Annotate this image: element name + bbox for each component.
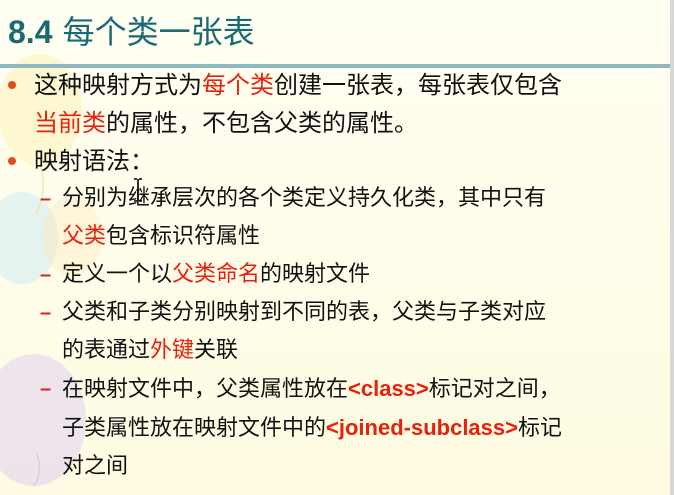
body-text: 的属性，不包含父类的属性。 [106, 109, 418, 137]
body-text: 关联 [194, 338, 239, 363]
bullet-dot-icon [8, 157, 16, 165]
dash-icon: – [40, 302, 52, 324]
highlight-text: 每个类 [202, 71, 274, 99]
sub-bullet-item: – 分别为继承层次的各个类定义持久化类，其中只有 父类包含标识符属性 [0, 180, 674, 256]
body-text: 对之间 [62, 454, 129, 479]
body-text: 映射语法： [34, 147, 154, 175]
body-text: 标记对之间， [428, 377, 561, 402]
sub-bullet-item: – 父类和子类分别映射到不同的表，父类与子类对应 的表通过外键关联 [0, 294, 674, 370]
bullet-line: 父类包含标识符属性 [62, 218, 674, 256]
body-text: 创建一张表，每张表仅包含 [274, 71, 562, 99]
bullet-line: 映射语法： [34, 142, 674, 180]
body-text: 的表通过 [62, 338, 151, 363]
title-number: 8.4 [8, 14, 53, 50]
body-text: 的映射文件 [260, 262, 371, 287]
dash-icon: – [40, 378, 52, 400]
bullet-line: 在映射文件中，父类属性放在<class>标记对之间， [62, 370, 674, 409]
bullet-item: 映射语法： [0, 142, 674, 180]
tag-text: <joined-subclass> [326, 415, 518, 440]
bullet-line: 的表通过外键关联 [62, 332, 674, 370]
bullet-line: 子类属性放在映射文件中的<joined-subclass>标记 [62, 409, 674, 448]
dash-icon: – [40, 264, 52, 286]
bullet-list: 这种映射方式为每个类创建一张表，每张表仅包含 当前类的属性，不包含父类的属性。 映射… [0, 66, 674, 486]
bullet-line: 对之间 [62, 448, 674, 486]
body-text: 定义一个以 [62, 262, 173, 287]
body-text: 在映射文件中，父类属性放在 [62, 377, 349, 402]
sub-bullet-item: – 在映射文件中，父类属性放在<class>标记对之间， 子类属性放在映射文件中的<… [0, 370, 674, 486]
highlight-text: 外键 [150, 338, 195, 363]
bullet-line: 父类和子类分别映射到不同的表，父类与子类对应 [62, 294, 674, 332]
title-text: 每个类一张表 [52, 13, 255, 51]
dash-icon: – [40, 188, 52, 210]
tag-text: <class> [348, 376, 429, 401]
sub-bullet-item: – 定义一个以父类命名的映射文件 [0, 256, 674, 294]
text-cursor-icon [134, 178, 142, 202]
window-edge [670, 0, 674, 495]
bullet-line: 分别为继承层次的各个类定义持久化类，其中只有 [62, 180, 674, 218]
bullet-dot-icon [8, 81, 16, 89]
body-text: 标记 [517, 416, 562, 441]
bullet-line: 定义一个以父类命名的映射文件 [62, 256, 674, 294]
body-text: 父类和子类分别映射到不同的表，父类与子类对应 [62, 300, 547, 325]
bullet-line: 当前类的属性，不包含父类的属性。 [34, 104, 674, 142]
bullet-line: 这种映射方式为每个类创建一张表，每张表仅包含 [34, 66, 674, 104]
body-text: 这种映射方式为 [34, 71, 202, 99]
highlight-text: 父类 [62, 224, 107, 249]
slide-title: 8.4 每个类一张表 [8, 10, 255, 54]
body-text: 包含标识符属性 [106, 224, 261, 249]
highlight-text: 当前类 [34, 109, 106, 137]
bullet-item: 这种映射方式为每个类创建一张表，每张表仅包含 当前类的属性，不包含父类的属性。 [0, 66, 674, 142]
body-text: 子类属性放在映射文件中的 [62, 416, 327, 441]
highlight-text: 父类命名 [172, 262, 261, 287]
slide: 8.4 每个类一张表 这种映射方式为每个类创建一张表，每张表仅包含 当前类的属性，… [0, 0, 674, 495]
